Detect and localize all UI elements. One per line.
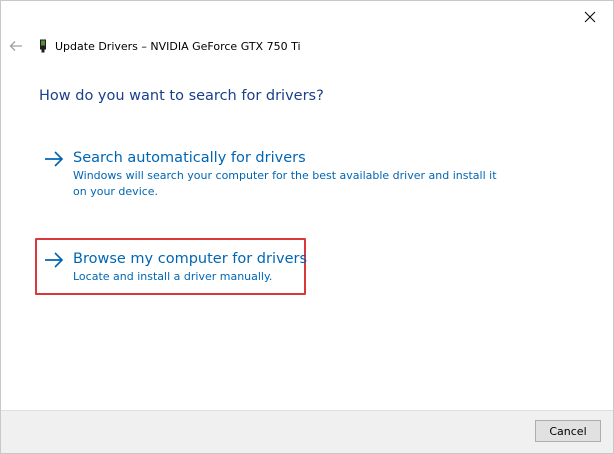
option-description: Locate and install a driver manually. [73,270,273,283]
arrow-right-icon [43,148,65,170]
update-drivers-window: Update Drivers – NVIDIA GeForce GTX 750 … [0,0,614,454]
cancel-button[interactable]: Cancel [535,420,601,442]
search-automatically-option[interactable]: Search automatically for drivers Windows… [43,148,513,200]
graphics-card-icon [39,39,47,53]
dialog-header: Update Drivers – NVIDIA GeForce GTX 750 … [39,37,301,55]
dialog-title: Update Drivers – NVIDIA GeForce GTX 750 … [55,39,301,53]
page-heading: How do you want to search for drivers? [39,88,324,104]
browse-computer-option[interactable]: Browse my computer for drivers Locate an… [43,249,307,285]
back-button[interactable] [7,37,25,55]
option-description: Windows will search your computer for th… [73,169,497,198]
arrow-right-icon [43,249,65,271]
back-arrow-icon [9,37,23,56]
close-button[interactable] [567,1,613,33]
close-icon [584,8,596,27]
dialog-footer: Cancel [1,410,613,453]
option-title: Browse my computer for drivers [73,251,308,267]
option-title: Search automatically for drivers [73,150,306,166]
